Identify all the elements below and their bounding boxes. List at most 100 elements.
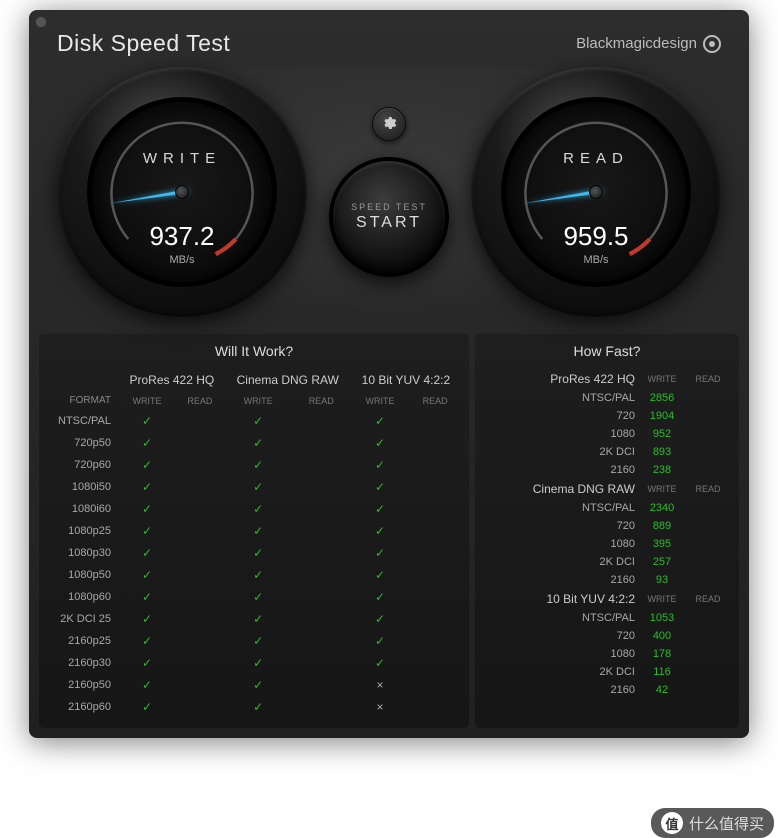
check-icon: ✓ bbox=[119, 608, 175, 630]
check-icon: ✓ bbox=[119, 476, 175, 498]
empty-cell bbox=[409, 696, 461, 718]
sub-read: READ bbox=[292, 391, 351, 410]
brand-label: Blackmagicdesign bbox=[576, 35, 721, 53]
write-label: WRITE bbox=[143, 150, 221, 167]
check-icon: ✓ bbox=[351, 432, 409, 454]
settings-button[interactable] bbox=[372, 107, 406, 141]
table-row: NTSC/PAL 2856 bbox=[483, 389, 731, 407]
sub-write: WRITE bbox=[351, 391, 409, 410]
codec-header: 10 Bit YUV 4:2:2 bbox=[351, 369, 461, 391]
check-icon: ✓ bbox=[225, 432, 292, 454]
format-label: 1080p30 bbox=[47, 542, 119, 564]
empty-cell bbox=[175, 432, 225, 454]
format-label: 2K DCI bbox=[483, 663, 639, 681]
write-fps: 400 bbox=[639, 627, 685, 645]
empty-cell bbox=[175, 520, 225, 542]
table-row: 2160p50✓✓× bbox=[47, 674, 461, 696]
format-label: 2K DCI bbox=[483, 553, 639, 571]
read-gauge: READ 959.5 MB/s bbox=[471, 67, 721, 317]
write-unit: MB/s bbox=[169, 254, 194, 266]
gauges-area: WRITE 937.2 MB/s SPEED TEST START bbox=[33, 67, 745, 333]
table-row: 2160p60✓✓× bbox=[47, 696, 461, 718]
cross-icon: × bbox=[351, 674, 409, 696]
table-row: 1080p30✓✓✓ bbox=[47, 542, 461, 564]
table-row: 2160 93 bbox=[483, 571, 731, 589]
table-row: 720p50✓✓✓ bbox=[47, 432, 461, 454]
format-label: 1080i60 bbox=[47, 498, 119, 520]
read-fps bbox=[685, 609, 731, 627]
read-fps bbox=[685, 663, 731, 681]
start-button[interactable]: SPEED TEST START bbox=[329, 157, 449, 277]
write-fps: 889 bbox=[639, 517, 685, 535]
codec-name: ProRes 422 HQ bbox=[483, 369, 639, 389]
sub-read: READ bbox=[175, 391, 225, 410]
empty-cell bbox=[292, 476, 351, 498]
check-icon: ✓ bbox=[225, 520, 292, 542]
empty-cell bbox=[292, 432, 351, 454]
sub-write: WRITE bbox=[639, 589, 685, 609]
codec-name: 10 Bit YUV 4:2:2 bbox=[483, 589, 639, 609]
results-area: Will It Work? ProRes 422 HQ Cinema DNG R… bbox=[33, 333, 745, 734]
table-row: 1080 952 bbox=[483, 425, 731, 443]
table-row: 2K DCI 257 bbox=[483, 553, 731, 571]
speed-table: ProRes 422 HQ WRITE READNTSC/PAL 2856 72… bbox=[483, 369, 731, 699]
read-unit: MB/s bbox=[583, 254, 608, 266]
compatibility-table: ProRes 422 HQ Cinema DNG RAW 10 Bit YUV … bbox=[47, 369, 461, 718]
table-row: 720 400 bbox=[483, 627, 731, 645]
table-row: 1080i50✓✓✓ bbox=[47, 476, 461, 498]
watermark-text: 什么值得买 bbox=[689, 813, 764, 834]
check-icon: ✓ bbox=[225, 696, 292, 718]
empty-cell bbox=[292, 608, 351, 630]
read-fps bbox=[685, 553, 731, 571]
read-fps bbox=[685, 517, 731, 535]
empty-cell bbox=[292, 498, 351, 520]
empty-cell bbox=[175, 608, 225, 630]
codec-group-header: Cinema DNG RAW WRITE READ bbox=[483, 479, 731, 499]
sub-write: WRITE bbox=[119, 391, 175, 410]
read-label: READ bbox=[563, 150, 629, 167]
empty-cell bbox=[292, 586, 351, 608]
empty-cell bbox=[175, 476, 225, 498]
format-label: NTSC/PAL bbox=[483, 609, 639, 627]
check-icon: ✓ bbox=[351, 630, 409, 652]
needle-cap-icon bbox=[175, 185, 189, 199]
write-fps: 395 bbox=[639, 535, 685, 553]
format-label: 2K DCI bbox=[483, 443, 639, 461]
table-row: 1080 395 bbox=[483, 535, 731, 553]
empty-cell bbox=[409, 608, 461, 630]
write-fps: 2340 bbox=[639, 499, 685, 517]
format-label: 1080i50 bbox=[47, 476, 119, 498]
brand-text: Blackmagicdesign bbox=[576, 35, 697, 52]
table-row: 720p60✓✓✓ bbox=[47, 454, 461, 476]
check-icon: ✓ bbox=[119, 498, 175, 520]
format-label: 1080p50 bbox=[47, 564, 119, 586]
codec-name: Cinema DNG RAW bbox=[483, 479, 639, 499]
table-row: 1080i60✓✓✓ bbox=[47, 498, 461, 520]
empty-cell bbox=[409, 630, 461, 652]
empty-cell bbox=[175, 586, 225, 608]
table-row: NTSC/PAL 1053 bbox=[483, 609, 731, 627]
empty-cell bbox=[409, 520, 461, 542]
empty-cell bbox=[409, 674, 461, 696]
check-icon: ✓ bbox=[225, 630, 292, 652]
empty-cell bbox=[292, 454, 351, 476]
table-row: 720 1904 bbox=[483, 407, 731, 425]
empty-cell bbox=[292, 564, 351, 586]
empty-cell bbox=[409, 498, 461, 520]
format-label: 2160p60 bbox=[47, 696, 119, 718]
table-row: 2160 42 bbox=[483, 681, 731, 699]
close-button[interactable] bbox=[35, 16, 47, 28]
format-label: 720p60 bbox=[47, 454, 119, 476]
sub-write: WRITE bbox=[639, 369, 685, 389]
codec-group-header: ProRes 422 HQ WRITE READ bbox=[483, 369, 731, 389]
check-icon: ✓ bbox=[225, 542, 292, 564]
format-label: 1080 bbox=[483, 425, 639, 443]
write-fps: 1904 bbox=[639, 407, 685, 425]
empty-cell bbox=[175, 454, 225, 476]
codec-group-header: 10 Bit YUV 4:2:2 WRITE READ bbox=[483, 589, 731, 609]
format-label: NTSC/PAL bbox=[483, 499, 639, 517]
check-icon: ✓ bbox=[225, 498, 292, 520]
header-bar: Disk Speed Test Blackmagicdesign bbox=[33, 14, 745, 67]
start-label: START bbox=[356, 214, 422, 232]
center-controls: SPEED TEST START bbox=[329, 107, 449, 277]
